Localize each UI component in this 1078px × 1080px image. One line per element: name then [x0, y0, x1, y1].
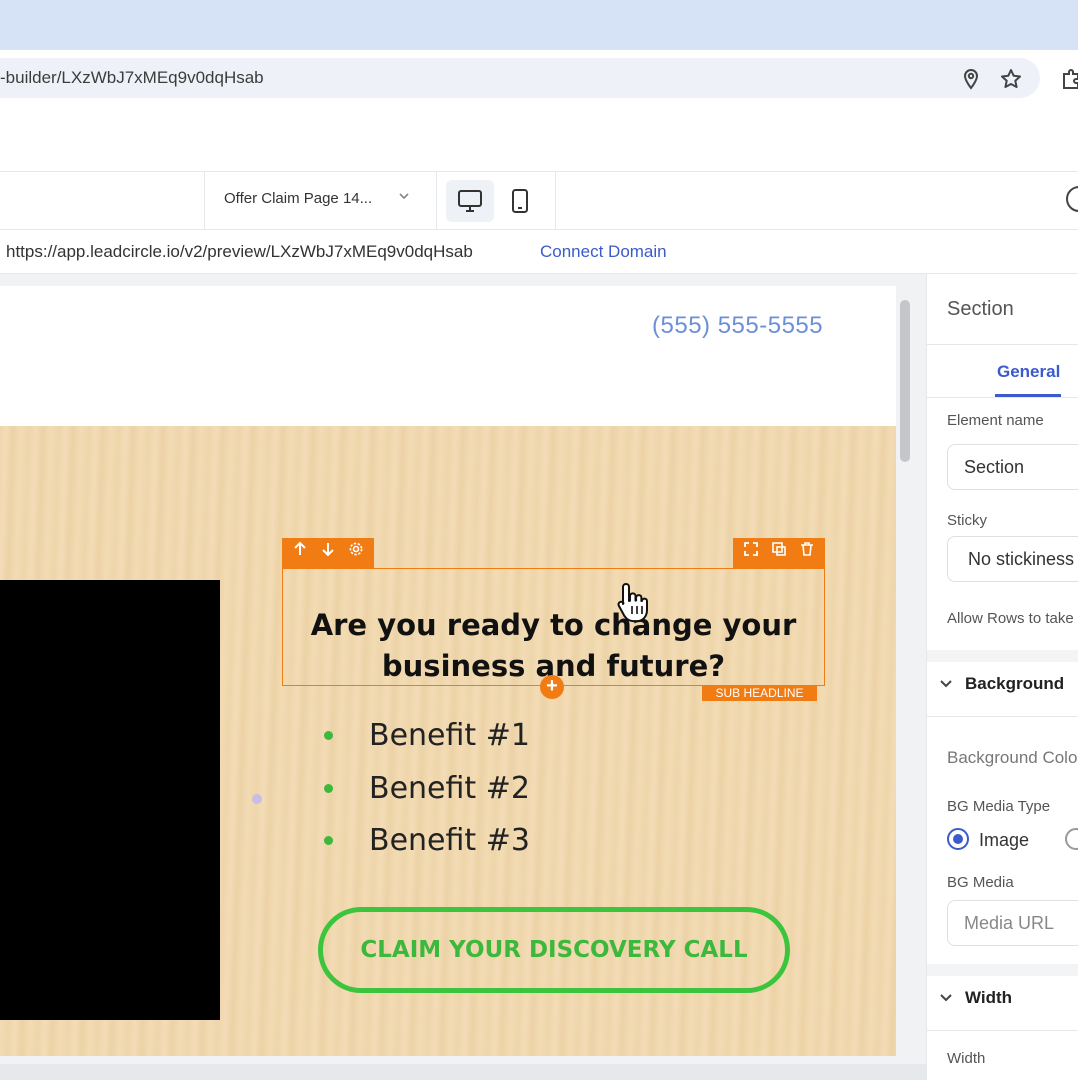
- element-name-input[interactable]: Section: [947, 444, 1078, 490]
- element-name-label: Element name: [947, 412, 1044, 429]
- chevron-down-icon: [939, 990, 957, 1006]
- trash-icon[interactable]: [796, 538, 818, 568]
- radio-image[interactable]: [947, 828, 969, 850]
- radio-selected-dot: [953, 834, 963, 844]
- divider: [927, 716, 1078, 717]
- list-item[interactable]: Benefit #1: [324, 718, 530, 753]
- preview-url[interactable]: https://app.leadcircle.io/v2/preview/LXz…: [6, 242, 473, 262]
- chevron-down-icon[interactable]: [398, 190, 410, 205]
- canvas-bottom-edge: [0, 1064, 926, 1080]
- preview-url-bar: https://app.leadcircle.io/v2/preview/LXz…: [0, 230, 1078, 274]
- connect-domain-link[interactable]: Connect Domain: [540, 242, 667, 262]
- smartphone-icon: [512, 189, 528, 213]
- gear-icon[interactable]: [345, 538, 367, 568]
- bookmark-star-icon[interactable]: [1000, 68, 1022, 90]
- hero-section[interactable]: Are you ready to change your business an…: [0, 426, 896, 1056]
- benefit-text: Benefit #2: [369, 771, 530, 806]
- element-toolbar-left: [282, 538, 374, 568]
- bg-media-label: BG Media: [947, 874, 1014, 891]
- video-placeholder[interactable]: [0, 580, 220, 1020]
- desktop-view-button[interactable]: [446, 180, 494, 222]
- phone-number[interactable]: (555) 555-5555: [652, 312, 823, 340]
- width-section-toggle[interactable]: Width: [939, 988, 1012, 1008]
- toolbar-divider: [436, 172, 437, 230]
- move-up-icon[interactable]: [289, 538, 311, 568]
- page-header-section[interactable]: (555) 555-5555: [0, 286, 896, 426]
- location-pin-icon[interactable]: [960, 68, 982, 90]
- list-item[interactable]: Benefit #2: [324, 771, 530, 806]
- monitor-icon: [458, 190, 482, 212]
- bg-media-type-label: BG Media Type: [947, 798, 1051, 815]
- element-toolbar-right: [733, 538, 825, 568]
- background-color-label: Background Colo: [947, 748, 1078, 767]
- sub-headline-element[interactable]: Are you ready to change your business an…: [282, 568, 825, 686]
- settings-panel: Section General Element name Section Sti…: [926, 274, 1078, 1080]
- drag-handle[interactable]: [252, 794, 262, 804]
- duplicate-icon[interactable]: [768, 538, 790, 568]
- hand-pointer-icon: [614, 580, 654, 624]
- tab-general[interactable]: General: [997, 362, 1060, 382]
- element-type-tag: SUB HEADLINE: [702, 685, 817, 701]
- divider: [927, 397, 1078, 398]
- editor-canvas: (555) 555-5555 Are you ready to change y…: [0, 274, 926, 1064]
- divider: [927, 344, 1078, 345]
- radio-video[interactable]: [1065, 828, 1078, 850]
- scrollbar-thumb[interactable]: [900, 300, 910, 462]
- background-section-label: Background: [965, 674, 1065, 693]
- toolbar-divider: [204, 172, 205, 230]
- address-bar-url: -builder/LXzWbJ7xMEq9v0dqHsab: [0, 68, 264, 87]
- browser-tab-strip: [0, 0, 1078, 50]
- section-separator: [927, 650, 1078, 662]
- mobile-view-button[interactable]: [496, 180, 544, 222]
- page-select[interactable]: Offer Claim Page 14...: [224, 190, 372, 207]
- sticky-label: Sticky: [947, 512, 988, 529]
- width-label: Width: [947, 1050, 986, 1067]
- extensions-icon[interactable]: [1060, 68, 1078, 90]
- benefit-text: Benefit #1: [369, 718, 530, 753]
- page-preview: (555) 555-5555 Are you ready to change y…: [0, 286, 896, 1056]
- width-section-label: Width: [965, 988, 1013, 1007]
- app-header: [0, 106, 1078, 172]
- allow-rows-label: Allow Rows to take: [947, 610, 1074, 627]
- radio-image-label[interactable]: Image: [979, 830, 1029, 851]
- sticky-select[interactable]: No stickiness: [947, 536, 1078, 582]
- chevron-down-icon: [939, 676, 957, 692]
- bullet-icon: [324, 784, 333, 793]
- panel-title: Section: [947, 298, 1014, 320]
- builder-toolbar: Offer Claim Page 14...: [0, 172, 1078, 230]
- browser-toolbar: -builder/LXzWbJ7xMEq9v0dqHsab: [0, 50, 1078, 106]
- bullet-icon: [324, 731, 333, 740]
- add-element-button[interactable]: +: [540, 675, 564, 699]
- toolbar-divider: [555, 172, 556, 230]
- background-section-toggle[interactable]: Background: [939, 674, 1064, 694]
- divider: [927, 1030, 1078, 1031]
- address-bar[interactable]: -builder/LXzWbJ7xMEq9v0dqHsab: [0, 58, 1040, 98]
- list-item[interactable]: Benefit #3: [324, 823, 530, 858]
- bullet-icon: [324, 836, 333, 845]
- benefit-text: Benefit #3: [369, 823, 530, 858]
- section-separator: [927, 964, 1078, 976]
- cta-button[interactable]: CLAIM YOUR DISCOVERY CALL: [318, 907, 790, 993]
- expand-icon[interactable]: [740, 538, 762, 568]
- move-down-icon[interactable]: [317, 538, 339, 568]
- media-url-input[interactable]: Media URL: [947, 900, 1078, 946]
